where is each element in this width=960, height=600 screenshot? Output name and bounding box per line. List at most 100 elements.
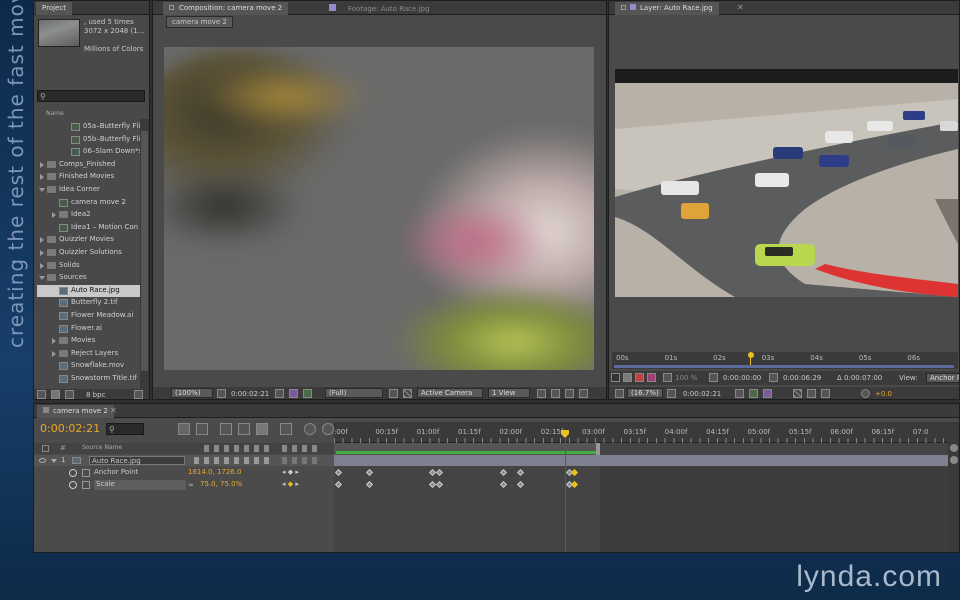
disclosure-triangle[interactable] [52, 338, 56, 345]
draft-3d-icon[interactable] [196, 423, 208, 435]
work-area-bar[interactable] [336, 451, 598, 454]
project-item[interactable]: Idea Corner [37, 184, 141, 197]
layer-time-ruler[interactable]: 00s 01s 02s 03s 04s 05s 06s [612, 352, 958, 369]
project-item[interactable]: Idea1 – Motion Con [37, 222, 141, 235]
tab-composition[interactable]: Composition: camera move 2 [163, 2, 289, 15]
keyframe[interactable] [365, 480, 373, 489]
project-scrollbar-thumb[interactable] [141, 131, 148, 371]
layer-view-dropdown[interactable]: Anchor P [926, 373, 959, 383]
layer-grid-icon[interactable] [667, 389, 676, 398]
project-item[interactable]: camera move 2 [37, 197, 141, 210]
fast-preview-icon[interactable] [551, 389, 560, 398]
keyframe[interactable] [436, 468, 444, 477]
timeline-timecode[interactable]: 0:00:02:21 [40, 422, 100, 435]
layer-work-area-bar[interactable] [614, 365, 954, 368]
project-item[interactable]: 05a–Butterfly Fligh [37, 121, 141, 134]
layer-color-mgmt-icon[interactable] [763, 389, 772, 398]
trash-icon[interactable] [134, 390, 143, 399]
project-item[interactable]: Reject Layers [37, 348, 141, 361]
keyframe[interactable] [516, 468, 524, 477]
disclosure-triangle[interactable] [39, 188, 45, 192]
project-item[interactable]: 05b–Butterfly Fligh [37, 134, 141, 147]
property-row-scale[interactable]: Scale ∞ 75.0, 75.0% ◂ ◆ ▸ [34, 479, 334, 490]
col-source-name[interactable]: Source Name [82, 444, 122, 451]
project-item[interactable]: Quizzler Movies [37, 234, 141, 247]
comp-zoom-dropdown[interactable]: (100%) [171, 388, 213, 398]
project-search-input[interactable]: ⚲ [37, 90, 145, 102]
comp-timecode[interactable]: 0:00:02:21 [231, 390, 269, 398]
disclosure-triangle[interactable] [52, 350, 56, 357]
layer-snapshot-icon[interactable] [735, 389, 744, 398]
comp-breadcrumb[interactable]: camera move 2 [166, 16, 233, 28]
layer-switch-icons[interactable] [194, 457, 274, 464]
keyframe[interactable] [500, 480, 508, 489]
project-item[interactable]: Auto Race.jpg [37, 284, 141, 298]
project-item[interactable]: Snowflake.mov [37, 360, 141, 373]
zoom-pct-icon[interactable] [663, 373, 672, 382]
time-ruler[interactable]: :00f 00:15f 01:00f 01:15f 02:00f 02:15f 03:00f… [334, 422, 948, 443]
parent-icons[interactable] [282, 445, 322, 452]
project-column-name[interactable]: Name [46, 110, 64, 117]
prop-value-scale[interactable]: 75.0, 75.0% [200, 480, 242, 488]
color-c-icon[interactable] [647, 373, 656, 382]
interpret-footage-icon[interactable] [37, 390, 46, 399]
project-scrollbar[interactable] [140, 119, 149, 391]
flowchart-icon[interactable] [579, 389, 588, 398]
timeline-icon[interactable] [565, 389, 574, 398]
auto-keyframe-icon[interactable] [322, 423, 334, 435]
disclosure-triangle[interactable] [40, 262, 44, 269]
av-features-icon[interactable] [42, 445, 49, 452]
layer-transparency-icon[interactable] [793, 389, 802, 398]
color-a-icon[interactable] [623, 373, 632, 382]
project-item[interactable]: Sources [37, 272, 141, 285]
channel-colors-icon[interactable] [303, 389, 312, 398]
keyframe[interactable] [334, 468, 343, 477]
region-of-interest-icon[interactable] [389, 389, 398, 398]
layer-channel-icon[interactable] [749, 389, 758, 398]
lock-icon[interactable] [621, 5, 626, 10]
work-area-end[interactable] [596, 443, 600, 455]
kf-nav-icons[interactable]: ◂ ◆ ▸ [282, 481, 304, 488]
timeline-search-input[interactable]: ⚲ [106, 423, 144, 435]
disclosure-triangle[interactable] [39, 276, 45, 281]
stopwatch-icon[interactable] [69, 469, 77, 477]
motion-blur-icon[interactable] [256, 423, 268, 435]
layer-parent-icons[interactable] [282, 457, 322, 464]
brainstorm-icon[interactable] [304, 423, 316, 435]
project-item[interactable]: Idea2 [37, 209, 141, 222]
keyframe[interactable] [500, 468, 508, 477]
layer-fast-preview-icon[interactable] [821, 389, 830, 398]
keyframe[interactable] [570, 468, 579, 477]
frame-blending-icon[interactable] [238, 423, 250, 435]
time-graph[interactable]: :00f 00:15f 01:00f 01:15f 02:00f 02:15f 03:00f… [334, 422, 948, 552]
set-out-icon[interactable] [769, 373, 778, 382]
tab-timeline[interactable]: camera move 2 [37, 405, 114, 418]
constrain-icon[interactable]: ∞ [188, 481, 194, 489]
toggle-pixel-icon[interactable] [537, 389, 546, 398]
close-tab-icon[interactable]: ✕ [110, 406, 117, 415]
layer-safe-zones-icon[interactable] [615, 389, 624, 398]
keyframe[interactable] [436, 480, 444, 489]
video-eye-icon[interactable] [39, 458, 46, 463]
layer-name-field[interactable]: Auto Race.jpg [89, 456, 185, 465]
project-item[interactable]: Finished Movies [37, 171, 141, 184]
property-row-anchor[interactable]: Anchor Point 1614.0, 1726.0 ◂ ◆ ▸ [34, 467, 334, 478]
project-item[interactable]: Movies [37, 335, 141, 348]
project-item[interactable]: 06–Slam Down*sta [37, 146, 141, 159]
exposure-icon[interactable] [861, 389, 870, 398]
tab-footage[interactable]: Footage: Auto Race.jpg [323, 2, 435, 15]
disclosure-triangle[interactable] [40, 161, 44, 168]
project-item[interactable]: Comps_Finished [37, 159, 141, 172]
close-tab-icon[interactable]: ✕ [737, 3, 744, 12]
hide-shy-icon[interactable] [220, 423, 232, 435]
project-item[interactable]: Quizzler Solutions [37, 247, 141, 260]
prop-value-anchor[interactable]: 1614.0, 1726.0 [188, 468, 241, 476]
stopwatch-icon[interactable] [69, 481, 77, 489]
layer-timecode[interactable]: 0:00:02:21 [683, 390, 721, 398]
project-item[interactable]: Solids [37, 260, 141, 273]
layer-3d-icon[interactable] [807, 389, 816, 398]
layer-zoom-dropdown[interactable]: (16.7%) [627, 388, 663, 398]
project-item[interactable]: Flower Meadow.ai [37, 310, 141, 323]
snapshot-icon[interactable] [275, 389, 284, 398]
comp-view-dropdown[interactable]: 1 View [488, 388, 530, 398]
